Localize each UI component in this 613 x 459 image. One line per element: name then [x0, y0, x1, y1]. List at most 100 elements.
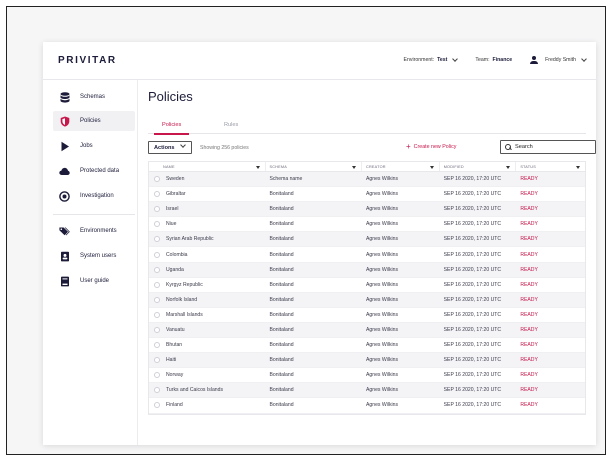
- table-row[interactable]: Haiti Bonitaland Agnes Wilkins SEP 16 2020,…: [149, 353, 585, 369]
- environment-selector[interactable]: Environment: Test: [404, 56, 459, 63]
- column-header-schema[interactable]: SCHEMA: [266, 162, 363, 171]
- table-row[interactable]: Israel Bonitaland Agnes Wilkins SEP 16 2020…: [149, 202, 585, 218]
- schema-cell: Bonitaland: [269, 357, 294, 364]
- modified-cell: SEP 16 2020, 17:20 UTC: [443, 281, 502, 288]
- search-input[interactable]: Search: [500, 140, 596, 154]
- table-row[interactable]: Niue Bonitaland Agnes Wilkins SEP 16 2020, …: [149, 217, 585, 233]
- policy-name: Sweden: [166, 176, 185, 183]
- status-badge: READY: [520, 191, 538, 198]
- schema-cell: Schema name: [269, 176, 303, 183]
- table-row[interactable]: Finland Bonitaland Agnes Wilkins SEP 16 202…: [149, 398, 585, 414]
- create-policy-label: Create new Policy: [413, 144, 457, 150]
- column-header-name[interactable]: NAME: [149, 162, 266, 171]
- modified-cell: SEP 16 2020, 17:20 UTC: [443, 296, 502, 303]
- row-select-checkbox[interactable]: [154, 296, 160, 303]
- name-cell: Sweden: [149, 176, 265, 183]
- team-selector[interactable]: Team: Finance: [475, 57, 512, 63]
- row-select-checkbox[interactable]: [154, 326, 160, 333]
- app-window: PRIVITAR Environment: Test Team: Finance …: [43, 42, 596, 445]
- sidebar-item-jobs[interactable]: Jobs: [53, 136, 135, 156]
- create-policy-button[interactable]: + Create new Policy: [406, 142, 457, 151]
- table-row[interactable]: Colombia Bonitaland Agnes Wilkins SEP 16 20…: [149, 247, 585, 263]
- schema-cell: Bonitaland: [269, 296, 294, 303]
- table-body: Sweden Schema name Agnes Wilkins SEP 16 202…: [149, 172, 585, 414]
- sidebar-item-environments[interactable]: Environments: [53, 221, 135, 241]
- tab-rules[interactable]: Rules: [224, 122, 238, 128]
- column-header-modified[interactable]: MODIFIED: [440, 162, 517, 171]
- creator-cell: Agnes Wilkins: [366, 342, 399, 349]
- schema-cell: Bonitaland: [269, 372, 294, 379]
- status-badge: READY: [520, 311, 538, 318]
- sidebar-item-investigation[interactable]: Investigation: [53, 186, 135, 206]
- row-select-checkbox[interactable]: [154, 176, 160, 183]
- status-badge: READY: [520, 342, 538, 349]
- table-row[interactable]: Turks and Caicos Islands Bonitaland Agnes …: [149, 383, 585, 399]
- name-cell: Vanuatu: [149, 326, 265, 333]
- table-row[interactable]: Kyrgyz Republic Bonitaland Agnes Wilkins SE…: [149, 278, 585, 293]
- name-cell: Niue: [149, 221, 265, 228]
- sidebar-item-schemas[interactable]: Schemas: [53, 87, 135, 107]
- table-row[interactable]: Norfolk Island Bonitaland Agnes Wilkins SEP…: [149, 292, 585, 308]
- policy-name: Finland: [166, 402, 183, 409]
- actions-dropdown[interactable]: Actions: [148, 141, 192, 154]
- schema-cell: Bonitaland: [269, 402, 294, 409]
- creator-cell: Agnes Wilkins: [366, 266, 399, 273]
- sort-caret-icon: [506, 165, 511, 169]
- screenshot-frame: PRIVITAR Environment: Test Team: Finance …: [6, 6, 606, 455]
- modified-cell: SEP 16 2020, 17:20 UTC: [443, 402, 502, 409]
- table-row[interactable]: Vanuatu Bonitaland Agnes Wilkins SEP 16 202…: [149, 322, 585, 339]
- table-row[interactable]: Syrian Arab Republic Bonitaland Agnes Wilk…: [149, 232, 585, 248]
- row-select-checkbox[interactable]: [154, 357, 160, 364]
- table-row[interactable]: Marshall Islands Bonitaland Agnes Wilkins S…: [149, 308, 585, 323]
- modified-cell: SEP 16 2020, 17:20 UTC: [443, 387, 502, 394]
- schema-cell: Bonitaland: [269, 191, 294, 198]
- name-cell: Gibraltar: [149, 191, 265, 198]
- row-select-checkbox[interactable]: [154, 281, 160, 288]
- row-select-checkbox[interactable]: [154, 221, 160, 228]
- modified-cell: SEP 16 2020, 17:20 UTC: [443, 176, 502, 183]
- row-select-checkbox[interactable]: [154, 387, 160, 394]
- sidebar-item-label: Environments: [80, 228, 117, 234]
- status-badge: READY: [520, 357, 538, 364]
- status-badge: READY: [520, 372, 538, 379]
- table-row[interactable]: Gibraltar Bonitaland Agnes Wilkins SEP 16 2…: [149, 187, 585, 203]
- row-select-checkbox[interactable]: [154, 191, 160, 198]
- row-select-checkbox[interactable]: [154, 402, 160, 409]
- row-select-checkbox[interactable]: [154, 266, 160, 273]
- top-bar-controls: Environment: Test Team: Finance Freddy Sm…: [404, 56, 587, 64]
- brand-logo: PRIVITAR: [58, 55, 117, 66]
- policy-name: Syrian Arab Republic: [166, 236, 214, 243]
- row-select-checkbox[interactable]: [154, 236, 160, 243]
- main-content: Policies Policies Rules Actions Showing …: [138, 80, 596, 445]
- creator-cell: Agnes Wilkins: [366, 326, 399, 333]
- row-select-checkbox[interactable]: [154, 342, 160, 349]
- schema-cell: Bonitaland: [269, 326, 294, 333]
- row-select-checkbox[interactable]: [154, 206, 160, 213]
- tab-policies[interactable]: Policies: [153, 122, 190, 135]
- user-menu[interactable]: Freddy Smith: [530, 56, 587, 64]
- table-row[interactable]: Bhutan Bonitaland Agnes Wilkins SEP 16 2020…: [149, 338, 585, 354]
- name-cell: Norway: [149, 372, 265, 379]
- table-row[interactable]: Sweden Schema name Agnes Wilkins SEP 16 202…: [149, 172, 585, 188]
- column-header-status[interactable]: STATUS: [516, 162, 585, 171]
- plus-icon: +: [406, 142, 411, 151]
- creator-cell: Agnes Wilkins: [366, 176, 399, 183]
- name-cell: Uganda: [149, 266, 265, 273]
- sidebar-item-label: Jobs: [80, 143, 93, 149]
- sidebar-item-user-guide[interactable]: User guide: [53, 271, 135, 291]
- chevron-down-icon: [581, 56, 587, 62]
- modified-cell: SEP 16 2020, 17:20 UTC: [443, 266, 502, 273]
- policy-name: Bhutan: [166, 342, 183, 349]
- row-select-checkbox[interactable]: [154, 372, 160, 379]
- policy-name: Marshall Islands: [166, 311, 203, 318]
- team-value: Finance: [492, 57, 513, 63]
- schema-cell: Bonitaland: [269, 221, 294, 228]
- row-select-checkbox[interactable]: [154, 251, 160, 258]
- row-select-checkbox[interactable]: [154, 311, 160, 318]
- sidebar-item-policies[interactable]: Policies: [53, 111, 135, 131]
- table-row[interactable]: Norway Bonitaland Agnes Wilkins SEP 16 2020…: [149, 368, 585, 384]
- table-row[interactable]: Uganda Bonitaland Agnes Wilkins SEP 16 2020…: [149, 262, 585, 278]
- sidebar-item-protected-data[interactable]: Protected data: [53, 161, 135, 181]
- sidebar-item-system-users[interactable]: System users: [53, 246, 135, 266]
- column-header-creator[interactable]: CREATOR: [362, 162, 440, 171]
